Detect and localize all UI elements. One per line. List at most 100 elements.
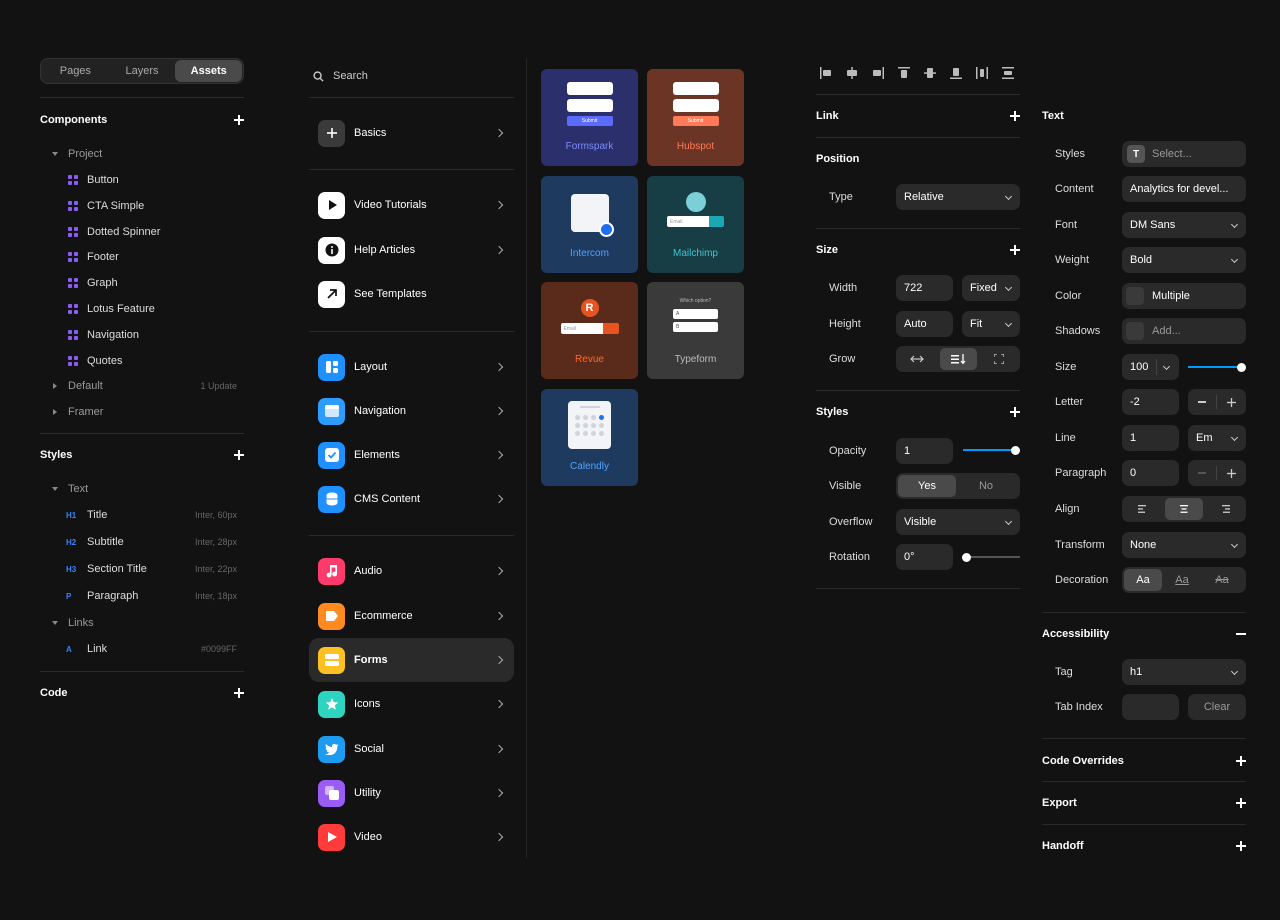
color-picker[interactable]: Multiple bbox=[1122, 283, 1246, 309]
export-header[interactable]: Export bbox=[1042, 797, 1246, 809]
rotation-slider[interactable] bbox=[961, 552, 1020, 562]
form-card-typeform[interactable]: Which option? A B Typeform bbox=[647, 282, 744, 379]
expand-icon[interactable] bbox=[1236, 798, 1246, 808]
tab-pages[interactable]: Pages bbox=[42, 60, 109, 82]
add-component-icon[interactable] bbox=[234, 115, 244, 125]
width-input[interactable]: 722 bbox=[896, 275, 953, 301]
menu-item-ecommerce[interactable]: Ecommerce bbox=[309, 594, 514, 638]
menu-item-utility[interactable]: Utility bbox=[309, 771, 514, 815]
line-unit-select[interactable]: Em bbox=[1188, 425, 1246, 451]
collapse-icon[interactable] bbox=[1236, 633, 1246, 635]
position-type-select[interactable]: Relative bbox=[896, 184, 1020, 210]
overflow-select[interactable]: Visible bbox=[896, 509, 1020, 535]
width-mode-select[interactable]: Fixed bbox=[962, 275, 1020, 301]
align-left-icon[interactable] bbox=[820, 67, 832, 79]
height-mode-select[interactable]: Fit bbox=[962, 311, 1020, 337]
line-height-input[interactable]: 1 bbox=[1122, 425, 1179, 451]
component-item[interactable]: Footer bbox=[40, 251, 244, 263]
menu-item-see-templates[interactable]: See Templates bbox=[309, 272, 514, 316]
code-overrides-header[interactable]: Code Overrides bbox=[1042, 755, 1246, 767]
font-select[interactable]: DM Sans bbox=[1122, 212, 1246, 238]
grow-fill-icon[interactable] bbox=[980, 348, 1018, 370]
expand-icon[interactable] bbox=[1236, 841, 1246, 851]
component-item[interactable]: CTA Simple bbox=[40, 200, 244, 212]
style-item[interactable]: H1 Title Inter, 60px bbox=[40, 509, 244, 521]
decoration-none-button[interactable]: Aa bbox=[1124, 569, 1162, 591]
chevron-right-icon[interactable] bbox=[53, 383, 57, 389]
font-size-slider[interactable] bbox=[1188, 362, 1246, 372]
accessibility-header[interactable]: Accessibility bbox=[1042, 628, 1246, 640]
opacity-input[interactable]: 1 bbox=[896, 438, 953, 464]
form-card-intercom[interactable]: Intercom bbox=[541, 176, 638, 273]
decrement-button[interactable] bbox=[1188, 389, 1216, 415]
text-style-select[interactable]: T Select... bbox=[1122, 141, 1246, 167]
decrement-button[interactable] bbox=[1188, 460, 1216, 486]
component-item[interactable]: Lotus Feature bbox=[40, 303, 244, 315]
letter-spacing-input[interactable]: -2 bbox=[1122, 389, 1179, 415]
tab-layers[interactable]: Layers bbox=[109, 60, 176, 82]
weight-select[interactable]: Bold bbox=[1122, 247, 1246, 273]
grow-wrap-icon[interactable] bbox=[939, 348, 978, 370]
menu-item-forms[interactable]: Forms bbox=[309, 638, 514, 682]
menu-item-help-articles[interactable]: Help Articles bbox=[309, 228, 514, 272]
rotation-input[interactable]: 0° bbox=[896, 544, 953, 570]
component-item[interactable]: Button bbox=[40, 174, 244, 186]
increment-button[interactable] bbox=[1217, 460, 1245, 486]
chevron-down-icon[interactable] bbox=[52, 621, 58, 625]
form-card-calendly[interactable]: Calendly bbox=[541, 389, 638, 486]
tree-folder-links[interactable]: Links bbox=[40, 617, 244, 629]
tree-folder-framer[interactable]: Framer bbox=[40, 406, 244, 418]
content-input[interactable]: Analytics for devel... bbox=[1122, 176, 1246, 202]
style-item[interactable]: P Paragraph Inter, 18px bbox=[40, 590, 244, 602]
align-text-right-icon[interactable] bbox=[1205, 498, 1244, 520]
menu-item-icons[interactable]: Icons bbox=[309, 682, 514, 726]
menu-item-cms-content[interactable]: CMS Content bbox=[309, 477, 514, 521]
form-card-hubspot[interactable]: Submit Hubspot bbox=[647, 69, 744, 166]
tab-assets[interactable]: Assets bbox=[175, 60, 243, 82]
tag-select[interactable]: h1 bbox=[1122, 659, 1246, 685]
add-link-icon[interactable] bbox=[1010, 111, 1020, 121]
add-code-icon[interactable] bbox=[234, 688, 244, 698]
opacity-slider[interactable] bbox=[963, 445, 1020, 455]
tree-folder-default[interactable]: Default 1 Update bbox=[40, 380, 244, 392]
align-center-icon[interactable] bbox=[846, 67, 858, 79]
paragraph-spacing-input[interactable]: 0 bbox=[1122, 460, 1179, 486]
menu-item-navigation[interactable]: Navigation bbox=[309, 389, 514, 433]
tab-index-input[interactable] bbox=[1122, 694, 1179, 720]
distribute-vertical-icon[interactable] bbox=[1002, 67, 1014, 79]
menu-item-audio[interactable]: Audio bbox=[309, 549, 514, 593]
align-right-icon[interactable] bbox=[872, 67, 884, 79]
shadows-picker[interactable]: Add... bbox=[1122, 318, 1246, 344]
form-card-formspark[interactable]: Submit Formspark bbox=[541, 69, 638, 166]
transform-select[interactable]: None bbox=[1122, 532, 1246, 558]
decoration-strike-button[interactable]: Aa bbox=[1202, 569, 1242, 591]
component-item[interactable]: Dotted Spinner bbox=[40, 226, 244, 238]
style-item[interactable]: H3 Section Title Inter, 22px bbox=[40, 563, 244, 575]
menu-item-layout[interactable]: Layout bbox=[309, 345, 514, 389]
chevron-down-icon[interactable] bbox=[52, 487, 58, 491]
menu-item-basics[interactable]: Basics bbox=[309, 111, 514, 155]
style-item[interactable]: H2 Subtitle Inter, 28px bbox=[40, 536, 244, 548]
grow-horizontal-icon[interactable] bbox=[898, 348, 936, 370]
align-text-left-icon[interactable] bbox=[1124, 498, 1163, 520]
link-header[interactable]: Link bbox=[816, 110, 1020, 122]
visible-no-button[interactable]: No bbox=[956, 475, 1016, 497]
height-input[interactable]: Auto bbox=[896, 311, 953, 337]
align-text-center-icon[interactable] bbox=[1164, 498, 1204, 520]
slider-knob[interactable] bbox=[1010, 445, 1020, 455]
menu-item-video-tutorials[interactable]: Video Tutorials bbox=[309, 183, 514, 227]
visible-yes-button[interactable]: Yes bbox=[898, 475, 956, 497]
chevron-down-icon[interactable] bbox=[52, 152, 58, 156]
component-item[interactable]: Quotes bbox=[40, 355, 244, 367]
align-bottom-icon[interactable] bbox=[950, 67, 962, 79]
tree-folder-project[interactable]: Project bbox=[40, 148, 244, 160]
font-size-input[interactable]: 100 bbox=[1122, 354, 1179, 380]
component-item[interactable]: Graph bbox=[40, 277, 244, 289]
search-bar[interactable]: Search bbox=[313, 70, 368, 82]
search-input[interactable]: Search bbox=[333, 70, 368, 82]
distribute-horizontal-icon[interactable] bbox=[976, 67, 988, 79]
slider-knob[interactable] bbox=[961, 552, 971, 562]
align-top-icon[interactable] bbox=[898, 67, 910, 79]
tree-folder-text[interactable]: Text bbox=[40, 483, 244, 495]
align-middle-icon[interactable] bbox=[924, 67, 936, 79]
